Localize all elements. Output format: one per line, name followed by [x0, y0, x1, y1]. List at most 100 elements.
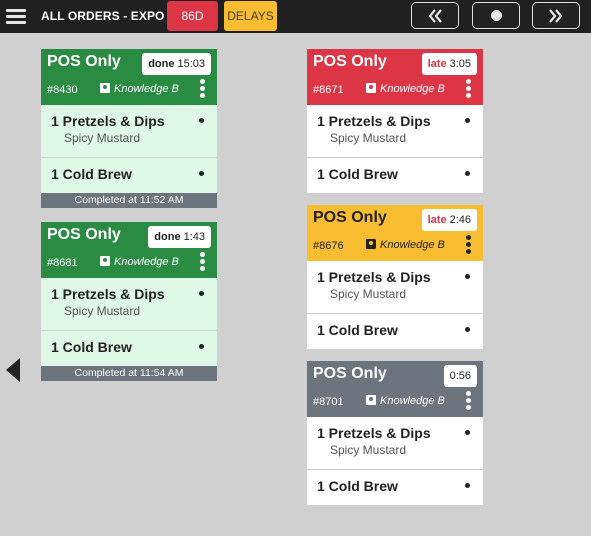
ticket-server: Knowledge B	[366, 83, 445, 95]
dot-icon	[490, 10, 502, 21]
more-options-icon[interactable]	[466, 79, 472, 101]
person-icon	[366, 395, 376, 405]
ticket-footer: Completed at 11:54 AM	[41, 366, 217, 381]
ticket-status: late	[427, 58, 447, 70]
ticket-elapsed: 1:43	[183, 231, 205, 243]
ticket-items: 1 Pretzels & Dips Spicy Mustard 1 Cold B…	[41, 278, 217, 366]
ticket-item[interactable]: 1 Pretzels & Dips Spicy Mustard	[307, 105, 483, 158]
ticket-server: Knowledge B	[100, 83, 179, 95]
ticket-timer: late 3:05	[421, 53, 477, 75]
more-options-icon[interactable]	[466, 235, 472, 257]
item-name: 1 Cold Brew	[317, 478, 398, 494]
ticket-title: POS Only	[47, 53, 121, 70]
item-bullet-icon	[199, 344, 204, 349]
ticket-timer: 0:56	[443, 365, 477, 387]
ticket-status: done	[148, 58, 175, 70]
ticket-status: done	[154, 231, 181, 243]
ticket-items: 1 Pretzels & Dips Spicy Mustard 1 Cold B…	[307, 105, 483, 193]
ticket-timer: done 15:03	[142, 53, 211, 75]
item-bullet-icon	[465, 483, 470, 488]
ticket-title: POS Only	[313, 209, 387, 226]
item-bullet-icon	[199, 291, 204, 296]
item-modifier: Spicy Mustard	[330, 443, 407, 457]
ticket-item[interactable]: 1 Pretzels & Dips Spicy Mustard	[307, 417, 483, 470]
menu-icon[interactable]	[6, 6, 26, 26]
item-modifier: Spicy Mustard	[330, 131, 407, 145]
ticket-items: 1 Pretzels & Dips Spicy Mustard 1 Cold B…	[41, 105, 217, 193]
ticket-server: Knowledge B	[366, 395, 445, 407]
top-bar: ALL ORDERS - EXPO 86D DELAYS	[0, 0, 591, 33]
86d-button[interactable]: 86D	[167, 1, 218, 31]
person-icon	[366, 239, 376, 249]
ticket-elapsed: 3:05	[449, 58, 471, 70]
ticket-server: Knowledge B	[366, 239, 445, 251]
item-bullet-icon	[465, 118, 470, 123]
item-bullet-icon	[465, 274, 470, 279]
ticket-title: POS Only	[313, 365, 387, 382]
ticket-item[interactable]: 1 Pretzels & Dips Spicy Mustard	[307, 261, 483, 314]
item-name: 1 Pretzels & Dips	[317, 113, 431, 129]
ticket-status: late	[427, 214, 447, 226]
order-ticket[interactable]: POS Only 0:56 #8701 Knowledge B 1 Pretze…	[307, 361, 483, 505]
server-name: Knowledge B	[114, 83, 179, 95]
ticket-header: POS Only 0:56 #8701 Knowledge B	[307, 361, 483, 417]
server-name: Knowledge B	[380, 83, 445, 95]
page-current-button[interactable]	[472, 2, 520, 29]
double-chevron-right-icon	[549, 8, 563, 23]
ticket-elapsed: 2:46	[449, 214, 471, 226]
ticket-item[interactable]: 1 Pretzels & Dips Spicy Mustard	[41, 278, 217, 331]
ticket-items: 1 Pretzels & Dips Spicy Mustard 1 Cold B…	[307, 417, 483, 505]
more-options-icon[interactable]	[200, 79, 206, 101]
person-icon	[100, 83, 110, 93]
ticket-timer: late 2:46	[421, 209, 477, 231]
server-name: Knowledge B	[114, 256, 179, 268]
item-name: 1 Pretzels & Dips	[51, 113, 165, 129]
item-modifier: Spicy Mustard	[64, 131, 141, 145]
person-icon	[100, 256, 110, 266]
ticket-title: POS Only	[47, 226, 121, 243]
order-ticket[interactable]: POS Only done 15:03 #8430 Knowledge B 1 P…	[41, 49, 217, 208]
ticket-header: POS Only late 3:05 #8671 Knowledge B	[307, 49, 483, 105]
person-icon	[366, 83, 376, 93]
server-name: Knowledge B	[380, 395, 445, 407]
page-first-button[interactable]	[411, 2, 459, 29]
delays-button[interactable]: DELAYS	[224, 1, 277, 31]
ticket-elapsed: 15:03	[177, 58, 205, 70]
ticket-header: POS Only done 1:43 #8681 Knowledge B	[41, 222, 217, 278]
order-ticket[interactable]: POS Only late 2:46 #8676 Knowledge B 1 Pr…	[307, 205, 483, 349]
ticket-item[interactable]: 1 Cold Brew	[307, 314, 483, 349]
item-name: 1 Pretzels & Dips	[317, 425, 431, 441]
item-name: 1 Pretzels & Dips	[51, 286, 165, 302]
screen-title: ALL ORDERS - EXPO	[41, 9, 165, 23]
item-modifier: Spicy Mustard	[330, 287, 407, 301]
ticket-id: #8676	[313, 240, 344, 252]
more-options-icon[interactable]	[200, 252, 206, 274]
ticket-elapsed: 0:56	[449, 370, 471, 382]
order-ticket[interactable]: POS Only late 3:05 #8671 Knowledge B 1 Pr…	[307, 49, 483, 193]
page-last-button[interactable]	[532, 2, 580, 29]
ticket-item[interactable]: 1 Pretzels & Dips Spicy Mustard	[41, 105, 217, 158]
ticket-item[interactable]: 1 Cold Brew	[307, 158, 483, 193]
ticket-footer: Completed at 11:52 AM	[41, 193, 217, 208]
ticket-id: #8430	[47, 84, 78, 96]
item-name: 1 Pretzels & Dips	[317, 269, 431, 285]
more-options-icon[interactable]	[466, 391, 472, 413]
item-modifier: Spicy Mustard	[64, 304, 141, 318]
ticket-item[interactable]: 1 Cold Brew	[41, 331, 217, 366]
ticket-id: #8681	[47, 257, 78, 269]
ticket-item[interactable]: 1 Cold Brew	[41, 158, 217, 193]
ticket-title: POS Only	[313, 53, 387, 70]
double-chevron-left-icon	[428, 8, 442, 23]
ticket-item[interactable]: 1 Cold Brew	[307, 470, 483, 505]
server-name: Knowledge B	[380, 239, 445, 251]
scroll-left-arrow-icon[interactable]	[6, 358, 20, 382]
ticket-header: POS Only late 2:46 #8676 Knowledge B	[307, 205, 483, 261]
ticket-id: #8671	[313, 84, 344, 96]
ticket-id: #8701	[313, 396, 344, 408]
item-name: 1 Cold Brew	[51, 166, 132, 182]
item-bullet-icon	[465, 327, 470, 332]
ticket-items: 1 Pretzels & Dips Spicy Mustard 1 Cold B…	[307, 261, 483, 349]
ticket-server: Knowledge B	[100, 256, 179, 268]
item-bullet-icon	[199, 118, 204, 123]
order-ticket[interactable]: POS Only done 1:43 #8681 Knowledge B 1 Pr…	[41, 222, 217, 381]
